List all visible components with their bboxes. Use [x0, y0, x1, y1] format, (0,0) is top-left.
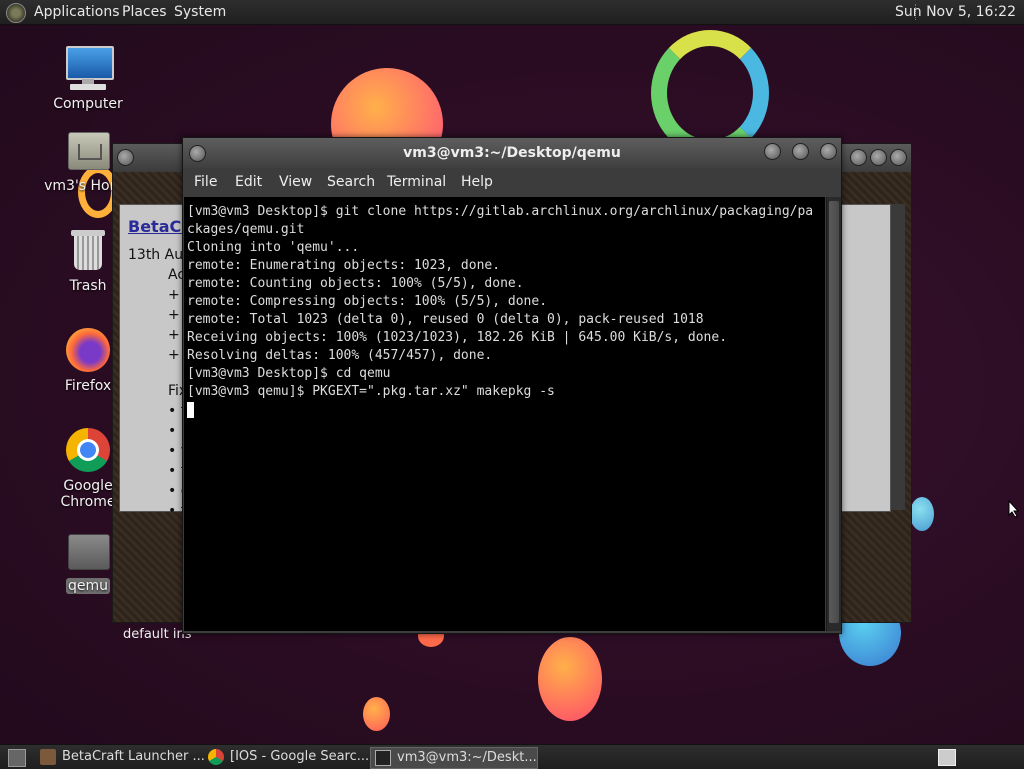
terminal-line: [vm3@vm3 Desktop]$ cd qemu [187, 366, 391, 381]
bottom-taskbar: BetaCraft Launcher ... [IOS - Google Sea… [0, 744, 1024, 769]
terminal-scrollbar[interactable] [826, 197, 841, 631]
desktop-icon-label: qemu [65, 578, 110, 594]
terminal-line: Cloning into 'qemu'... [187, 240, 360, 255]
menu-file[interactable]: File [194, 168, 217, 196]
maximize-icon[interactable] [870, 149, 887, 166]
trash-icon [64, 226, 112, 274]
minimize-icon[interactable] [850, 149, 867, 166]
menu-system[interactable]: System [174, 0, 226, 24]
chrome-icon [208, 749, 224, 765]
clock[interactable]: Sun Nov 5, 16:22 [895, 0, 1016, 24]
close-icon[interactable] [820, 143, 837, 160]
terminal-line: Receiving objects: 100% (1023/1023), 182… [187, 330, 728, 345]
task-betacraft[interactable]: BetaCraft Launcher ... [36, 747, 226, 767]
top-panel: Applications Places System Sun Nov 5, 16… [0, 0, 1024, 25]
desktop-icon-label: Trash [69, 278, 107, 294]
menu-terminal[interactable]: Terminal [387, 168, 446, 196]
show-desktop-icon[interactable] [8, 749, 26, 767]
wallpaper-orb [538, 637, 602, 721]
terminal-window[interactable]: vm3@vm3:~/Desktop/qemu File Edit View Se… [182, 137, 842, 634]
terminal-titlebar[interactable]: vm3@vm3:~/Desktop/qemu [183, 138, 841, 168]
terminal-title: vm3@vm3:~/Desktop/qemu [403, 145, 621, 161]
terminal-cursor [187, 401, 194, 418]
desktop-icon-label: Computer [53, 96, 123, 112]
java-icon [40, 749, 56, 765]
home-folder-icon [64, 126, 112, 174]
terminal-line: remote: Counting objects: 100% (5/5), do… [187, 276, 524, 291]
changelog-scrollbar[interactable] [891, 204, 905, 510]
desktop-icon-label: Firefox [64, 378, 112, 394]
terminal-line: ckages/qemu.git [187, 222, 305, 237]
terminal-line: [vm3@vm3 Desktop]$ git clone https://git… [187, 204, 814, 219]
firefox-icon [64, 326, 112, 374]
desktop-icon-computer[interactable]: Computer [38, 44, 138, 112]
task-chrome[interactable]: [IOS - Google Searc... [204, 747, 392, 767]
terminal-line: Resolving deltas: 100% (457/457), done. [187, 348, 493, 363]
task-label: vm3@vm3:~/Deskt... [397, 750, 537, 765]
distro-logo-icon[interactable] [6, 3, 26, 23]
wallpaper-orb [363, 697, 390, 731]
menu-applications[interactable]: Applications [34, 0, 120, 24]
maximize-icon[interactable] [792, 143, 809, 160]
terminal-menubar: File Edit View Search Terminal Help [183, 168, 841, 196]
folder-icon [64, 526, 112, 574]
mouse-pointer-icon [1008, 500, 1020, 518]
menu-places[interactable]: Places [122, 0, 167, 24]
task-label: BetaCraft Launcher ... [62, 749, 205, 764]
task-label: [IOS - Google Searc... [230, 749, 370, 764]
close-icon[interactable] [890, 149, 907, 166]
menu-search[interactable]: Search [327, 168, 375, 196]
menu-help[interactable]: Help [461, 168, 493, 196]
menu-view[interactable]: View [279, 168, 312, 196]
task-terminal[interactable]: vm3@vm3:~/Deskt... [370, 747, 538, 769]
chrome-icon [64, 426, 112, 474]
terminal-line: [vm3@vm3 qemu]$ PKGEXT=".pkg.tar.xz" mak… [187, 384, 555, 399]
terminal-line: remote: Enumerating objects: 1023, done. [187, 258, 501, 273]
minimize-icon[interactable] [764, 143, 781, 160]
window-menu-icon[interactable] [117, 149, 134, 166]
terminal-line: remote: Total 1023 (delta 0), reused 0 (… [187, 312, 704, 327]
terminal-icon [375, 750, 391, 766]
workspace-switcher-icon[interactable] [938, 749, 956, 766]
terminal-line: remote: Compressing objects: 100% (5/5),… [187, 294, 548, 309]
computer-icon [64, 44, 114, 92]
wallpaper-orb [910, 497, 934, 531]
scrollbar-thumb[interactable] [829, 201, 839, 623]
terminal-output[interactable]: [vm3@vm3 Desktop]$ git clone https://git… [184, 197, 825, 631]
menu-edit[interactable]: Edit [235, 168, 262, 196]
